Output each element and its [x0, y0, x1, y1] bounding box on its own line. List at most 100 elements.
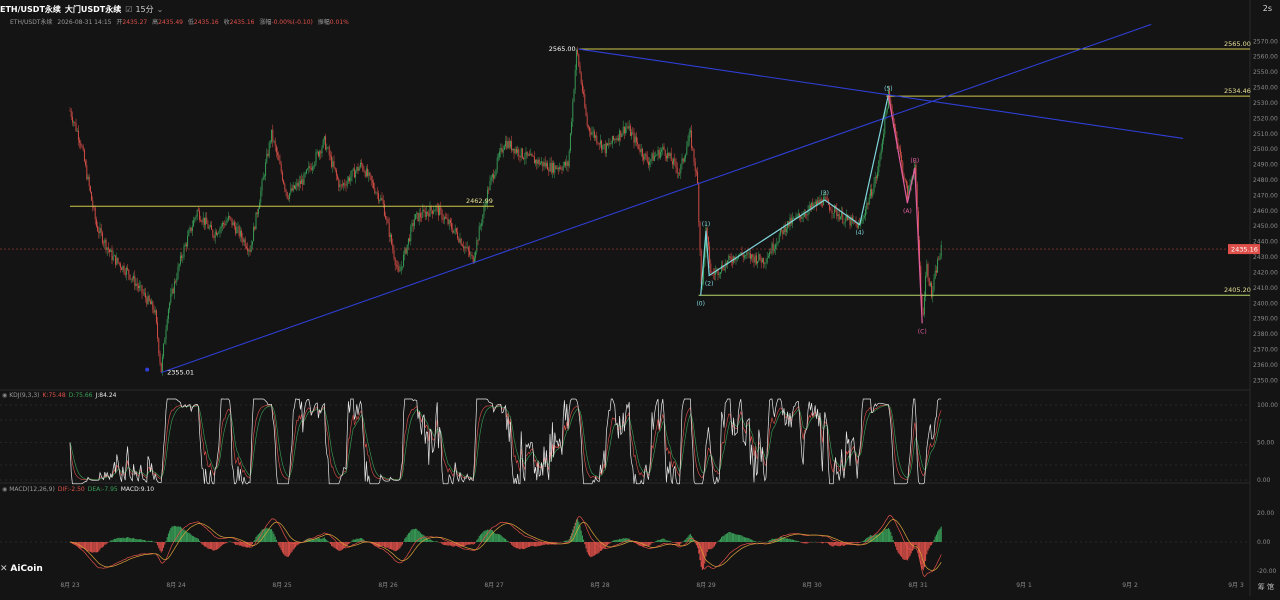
candle-body	[562, 169, 563, 170]
macd-histogram-bar	[857, 542, 858, 543]
candle-body	[436, 206, 437, 210]
candle-body	[886, 112, 887, 115]
candle-body	[307, 169, 308, 170]
macd-histogram-bar	[516, 542, 517, 548]
macd-histogram-bar	[529, 542, 530, 547]
macd-histogram-bar	[644, 542, 645, 546]
candle-body	[212, 230, 213, 236]
macd-histogram-bar	[748, 538, 749, 542]
candle-body	[276, 146, 277, 152]
corner-tools[interactable]: 筹 馆	[1258, 582, 1274, 592]
symbol-title[interactable]: ETH/USDT永续	[0, 4, 61, 15]
candle-body	[433, 212, 434, 214]
macd-histogram-bar	[662, 539, 663, 542]
candle-body	[148, 296, 149, 304]
macd-histogram-bar	[506, 540, 507, 542]
macd-histogram-bar	[647, 542, 648, 546]
macd-histogram-bar	[410, 531, 411, 542]
macd-histogram-bar	[890, 532, 891, 542]
macd-histogram-bar	[95, 542, 96, 552]
macd-histogram-bar	[739, 535, 740, 542]
candle-body	[364, 170, 365, 172]
macd-histogram-bar	[935, 537, 936, 542]
macd-histogram-bar	[806, 542, 807, 544]
price-tick-label: 2540.00	[1253, 85, 1278, 92]
macd-histogram-bar	[493, 532, 494, 542]
macd-histogram-bar	[931, 542, 932, 545]
candle-body	[736, 259, 737, 261]
candle-body	[656, 155, 657, 156]
macd-histogram-bar	[194, 537, 195, 542]
candle-body	[413, 223, 414, 226]
macd-histogram-bar	[828, 542, 829, 544]
macd-histogram-bar	[613, 540, 614, 542]
macd-histogram-bar	[683, 541, 684, 542]
candle-body	[870, 189, 871, 198]
macd-histogram-bar	[170, 528, 171, 542]
candle-body	[647, 156, 648, 162]
anchor-dot	[145, 368, 149, 372]
macd-histogram-bar	[284, 542, 285, 556]
price-tick-label: 2520.00	[1253, 115, 1278, 122]
macd-histogram-bar	[420, 533, 421, 542]
macd-histogram-bar	[901, 542, 902, 557]
aicoin-logo: ✕ AiCoin	[0, 564, 43, 574]
candle-body	[301, 179, 302, 183]
chart-canvas[interactable]: 2570.002560.002550.002540.002530.002520.…	[0, 0, 1280, 596]
price-tick-label: 2360.00	[1253, 362, 1278, 369]
candle-body	[803, 217, 804, 218]
candle-body	[102, 233, 103, 243]
candle-body	[262, 180, 263, 191]
macd-histogram-bar	[460, 542, 461, 546]
macd-value: MACD:9.10	[121, 486, 154, 493]
macd-histogram-bar	[132, 538, 133, 542]
macd-histogram-bar	[319, 538, 320, 542]
macd-histogram-bar	[564, 541, 565, 542]
macd-histogram-bar	[803, 542, 804, 543]
candle-body	[187, 236, 188, 246]
kdj-tick-label: 0.00	[1257, 477, 1271, 484]
candle-body	[536, 160, 537, 164]
refresh-interval[interactable]: 2s	[1263, 4, 1272, 13]
candle-body	[185, 245, 186, 247]
candle-body	[826, 197, 827, 199]
candle-body	[344, 183, 345, 185]
candle-body	[359, 167, 360, 170]
chevron-down-icon[interactable]: ⌄	[157, 5, 164, 14]
macd-histogram-bar	[197, 538, 198, 542]
candle-body	[191, 228, 192, 231]
candle-body	[113, 256, 114, 260]
edit-icon[interactable]: ☑	[125, 5, 132, 14]
candle-body	[610, 143, 611, 144]
macd-histogram-bar	[214, 542, 215, 551]
candle-body	[758, 254, 759, 261]
candle-body	[577, 50, 578, 54]
candle-body	[811, 203, 812, 208]
candle-body	[685, 155, 686, 158]
candle-body	[824, 197, 825, 198]
candle-body	[692, 148, 693, 149]
macd-histogram-bar	[324, 537, 325, 542]
macd-histogram-bar	[323, 538, 324, 542]
macd-histogram-bar	[162, 542, 163, 551]
macd-histogram-bar	[896, 542, 897, 550]
macd-histogram-bar	[320, 539, 321, 542]
eye-icon[interactable]: ◉	[2, 392, 7, 399]
macd-histogram-bar	[234, 542, 235, 544]
macd-histogram-bar	[587, 542, 588, 552]
macd-histogram-bar	[394, 542, 395, 551]
candle-body	[467, 247, 468, 248]
candle-body	[143, 293, 144, 294]
candle-body	[300, 181, 301, 184]
macd-histogram-bar	[830, 542, 831, 546]
candle-body	[390, 235, 391, 237]
candle-body	[482, 215, 483, 224]
candle-body	[362, 164, 363, 170]
macd-histogram-bar	[677, 542, 678, 544]
timeframe-selector[interactable]: 15分	[135, 4, 153, 15]
macd-histogram-bar	[404, 539, 405, 542]
candle-body	[306, 170, 307, 174]
price-tick-label: 2420.00	[1253, 269, 1278, 276]
price-chart[interactable]: 2570.002560.002550.002540.002530.002520.…	[0, 0, 1280, 596]
eye-icon[interactable]: ◉	[2, 486, 7, 493]
